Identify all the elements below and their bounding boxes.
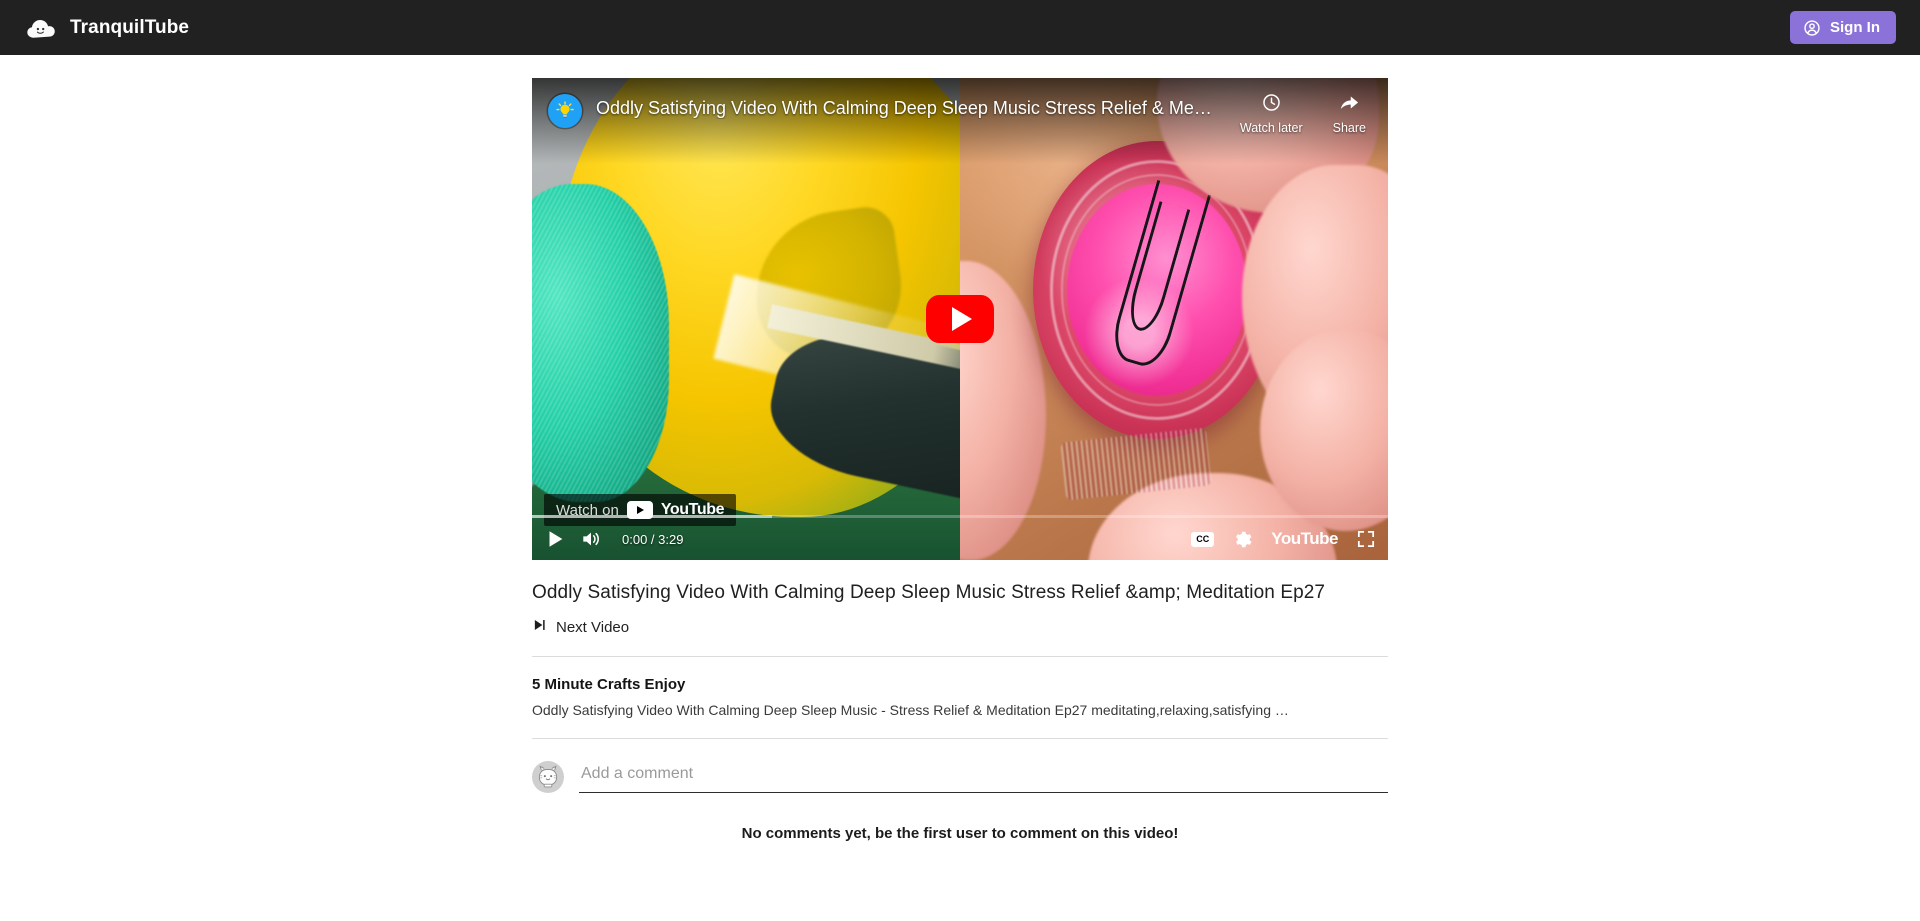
user-circle-icon xyxy=(1803,19,1821,37)
player-header-actions: Watch later Share xyxy=(1240,92,1372,135)
player-overlay-header: Oddly Satisfying Video With Calming Deep… xyxy=(532,78,1388,150)
watch-later-button[interactable]: Watch later xyxy=(1240,92,1303,135)
sign-in-label: Sign In xyxy=(1830,19,1880,36)
brand[interactable]: TranquilTube xyxy=(26,16,189,40)
comment-input-row xyxy=(532,739,1388,793)
next-video-button[interactable]: Next Video xyxy=(532,618,1388,636)
share-arrow-icon xyxy=(1338,92,1360,116)
video-title: Oddly Satisfying Video With Calming Deep… xyxy=(532,582,1326,603)
lightbulb-icon[interactable] xyxy=(548,94,582,128)
play-icon xyxy=(952,307,972,331)
thumbnail-right-pane xyxy=(960,78,1388,560)
channel-name[interactable]: 5 Minute Crafts Enjoy xyxy=(532,676,1388,693)
channel-description: Oddly Satisfying Video With Calming Deep… xyxy=(532,702,1289,718)
no-comments-message: No comments yet, be the first user to co… xyxy=(741,825,1179,842)
captions-button[interactable]: CC xyxy=(1191,531,1215,547)
video-player[interactable]: Oddly Satisfying Video With Calming Deep… xyxy=(532,78,1388,560)
time-display: 0:00 / 3:29 xyxy=(622,531,684,547)
content-column: Oddly Satisfying Video With Calming Deep… xyxy=(532,55,1388,842)
skip-next-icon xyxy=(532,618,547,636)
app-header: TranquilTube Sign In xyxy=(0,0,1920,55)
page-body: Oddly Satisfying Video With Calming Deep… xyxy=(0,55,1920,842)
thumbnail-left-pane xyxy=(532,78,960,560)
share-label: Share xyxy=(1332,121,1366,135)
play-button-small[interactable] xyxy=(544,528,566,550)
player-video-title[interactable]: Oddly Satisfying Video With Calming Deep… xyxy=(596,98,1216,119)
channel-info: 5 Minute Crafts Enjoy Oddly Satisfying V… xyxy=(532,657,1388,718)
cat-avatar-icon xyxy=(532,761,564,793)
comment-input[interactable] xyxy=(579,761,1388,793)
brand-name: TranquilTube xyxy=(70,16,190,38)
watch-later-label: Watch later xyxy=(1239,121,1303,135)
clock-icon xyxy=(1261,92,1282,116)
player-controls: 0:00 / 3:29 CC YouTube xyxy=(532,518,1388,560)
cloud-smiley-icon xyxy=(26,16,56,40)
youtube-logo-control[interactable]: YouTube xyxy=(1271,529,1338,549)
share-button[interactable]: Share xyxy=(1333,92,1366,135)
fullscreen-icon[interactable] xyxy=(1356,529,1376,549)
volume-icon[interactable] xyxy=(580,528,602,550)
play-button-large[interactable] xyxy=(926,295,994,343)
gear-icon[interactable] xyxy=(1232,529,1253,550)
next-video-label: Next Video xyxy=(556,618,630,636)
sign-in-button[interactable]: Sign In xyxy=(1790,11,1896,44)
